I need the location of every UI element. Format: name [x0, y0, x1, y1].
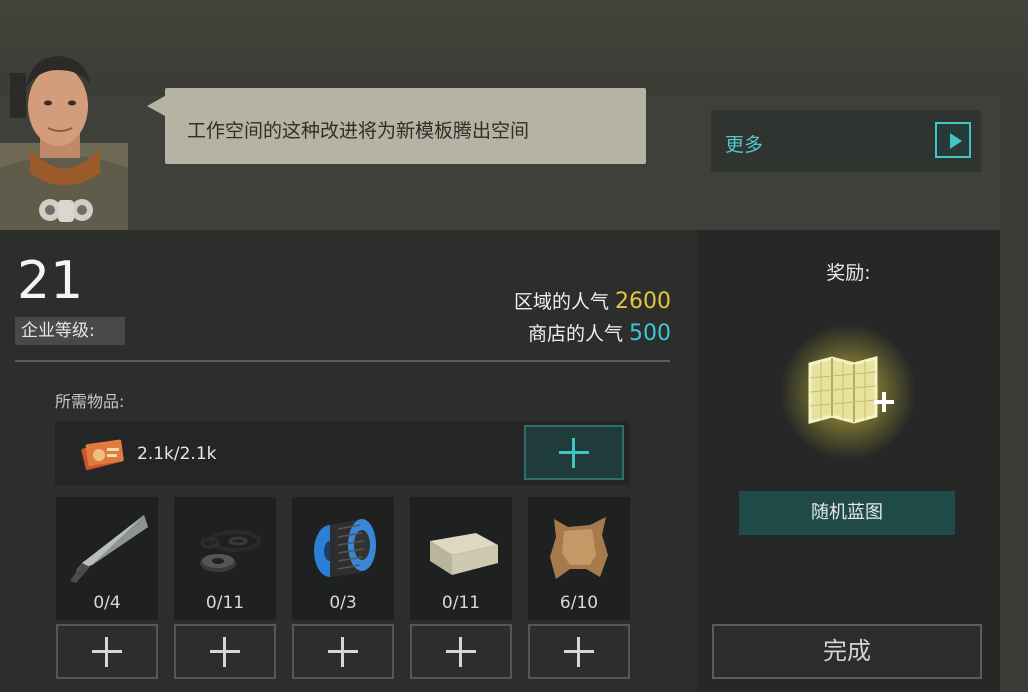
item-count: 6/10	[559, 593, 599, 613]
more-label: 更多	[725, 134, 764, 156]
knife-blade-icon	[70, 515, 148, 583]
add-soap-button[interactable]	[410, 624, 512, 679]
bar-of-soap-icon	[430, 533, 498, 575]
plus-icon	[328, 636, 358, 667]
item-slot-soap[interactable]: 0/11	[410, 497, 512, 620]
washers-rings-icon	[200, 530, 261, 572]
area-popularity-value: 2600	[615, 289, 671, 314]
top-strip	[0, 0, 1028, 95]
item-count: 0/11	[205, 593, 245, 613]
item-count: 0/11	[441, 593, 481, 613]
item-slot-leather[interactable]: 6/10	[528, 497, 630, 620]
wire-spool-icon	[314, 519, 376, 577]
add-leather-button[interactable]	[528, 624, 630, 679]
npc-portrait	[0, 56, 128, 230]
add-wire-spool-button[interactable]	[292, 624, 394, 679]
plus-icon	[446, 636, 476, 667]
blueprint-plus-icon	[780, 324, 916, 460]
item-count: 0/3	[329, 593, 357, 613]
more-panel[interactable]: 更多	[711, 110, 981, 172]
plus-icon	[564, 636, 594, 667]
banknotes-icon	[81, 439, 124, 471]
item-count: 0/4	[93, 593, 121, 613]
done-button[interactable]: 完成	[712, 624, 982, 679]
shop-popularity-value: 500	[629, 321, 671, 346]
speech-bubble: 工作空间的这种改进将为新模板腾出空间	[147, 88, 646, 164]
item-slot-wire-spool[interactable]: 0/3	[292, 497, 394, 620]
company-level-label: 企业等级:	[15, 317, 125, 345]
leather-hide-icon	[550, 517, 608, 579]
add-knife-button[interactable]	[56, 624, 158, 679]
item-slot-washers[interactable]: 0/11	[174, 497, 276, 620]
reward-panel	[697, 230, 1000, 692]
dialog-text: 工作空间的这种改进将为新模板腾出空间	[187, 120, 530, 142]
shop-popularity-label: 商店的人气	[527, 323, 623, 345]
plus-icon	[559, 437, 589, 468]
reward-name: 随机蓝图	[739, 491, 955, 535]
required-items-label: 所需物品:	[55, 392, 125, 411]
right-edge	[1000, 95, 1028, 692]
money-value: 2.1k/2.1k	[137, 444, 217, 464]
plus-icon	[92, 636, 122, 667]
money-requirement: 2.1k/2.1k	[55, 421, 630, 485]
reward-title: 奖励:	[826, 262, 871, 284]
company-level: 21	[17, 251, 84, 311]
item-slot-knife[interactable]: 0/4	[56, 497, 158, 620]
add-money-button[interactable]	[524, 425, 624, 480]
play-arrow-icon[interactable]	[935, 122, 971, 158]
shop-popularity: 商店的人气 500	[528, 319, 671, 346]
add-washers-button[interactable]	[174, 624, 276, 679]
area-popularity: 区域的人气 2600	[514, 287, 671, 314]
plus-icon	[210, 636, 240, 667]
area-popularity-label: 区域的人气	[513, 291, 609, 313]
divider	[15, 360, 670, 362]
